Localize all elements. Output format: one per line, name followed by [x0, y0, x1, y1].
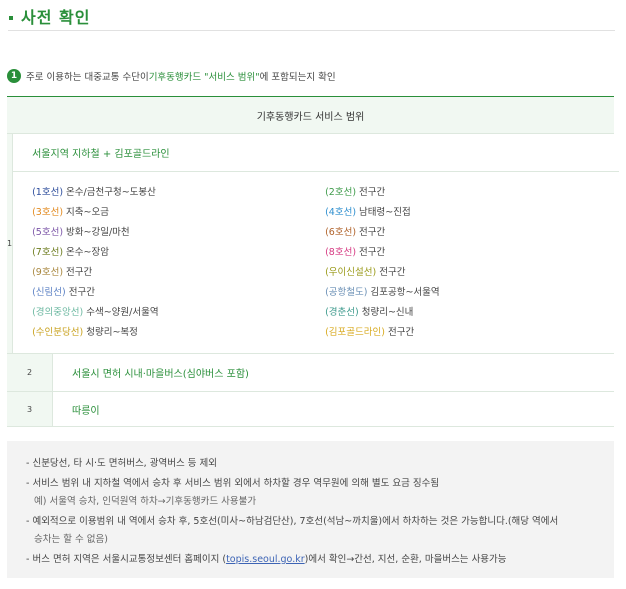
subway-line-item: (김포골드라인) 전구간 — [325, 323, 619, 343]
table-row: 3 따릉이 — [7, 392, 614, 427]
note-item: - 버스 면허 지역은 서울시교통정보센터 홈페이지 (topis.seoul.… — [26, 550, 614, 570]
subway-line-range: 지축~오금 — [63, 207, 109, 218]
subway-line-item: (3호선) 지축~오금 — [32, 203, 316, 223]
title-divider — [8, 30, 615, 31]
question-prefix: 주로 이용하는 대중교통 수단이 — [26, 72, 149, 83]
subway-line-item: (경춘선) 청량리~신내 — [325, 303, 619, 323]
subway-line-item: (수인분당선) 청량리~복정 — [32, 323, 316, 343]
question-suffix: 에 포함되는지 확인 — [259, 72, 336, 83]
subway-line-name: (우이신설선) — [325, 267, 377, 278]
note-item: - 신분당선, 타 시·도 면허버스, 광역버스 등 제외 — [26, 458, 217, 469]
note-text: )에서 확인→간선, 지선, 순환, 마을버스는 사용가능 — [304, 554, 507, 565]
row-title: 서울지역 지하철 + 김포골드라인 — [13, 134, 620, 172]
subway-line-item: (4호선) 남태령~진접 — [325, 203, 619, 223]
subway-line-item: (6호선) 전구간 — [325, 223, 619, 243]
subway-line-range: 전구간 — [63, 267, 93, 278]
table-row: 2 서울시 면허 시내·마을버스(심야버스 포함) — [7, 354, 614, 392]
subway-line-name: (9호선) — [32, 267, 64, 278]
subway-line-range: 수색~양원/서울역 — [83, 307, 159, 318]
subway-line-range: 전구간 — [356, 247, 386, 258]
subway-line-item: (8호선) 전구간 — [325, 243, 619, 263]
row-index: 2 — [7, 354, 53, 391]
row-title: 따릉이 — [72, 405, 100, 417]
subway-line-item: (공항철도) 김포공항~서울역 — [325, 283, 619, 303]
note-item: - 서비스 범위 내 지하철 역에서 승차 후 서비스 범위 외에서 하차할 경… — [26, 478, 440, 489]
subway-line-name: (8호선) — [325, 247, 357, 258]
table-row: 1 서울지역 지하철 + 김포골드라인 (1호선) 온수/금천구청~도봉산 (3호… — [7, 134, 620, 354]
note-example: 예) 서울역 승차, 인덕원역 하차→기후동행카드 사용불가 — [34, 496, 257, 507]
subway-line-name: (공항철도) — [325, 287, 368, 298]
notes-box: - 신분당선, 타 시·도 면허버스, 광역버스 등 제외 - 서비스 범위 내… — [7, 441, 614, 578]
subway-line-item: (7호선) 온수~장암 — [32, 243, 316, 263]
subway-line-name: (신림선) — [32, 287, 66, 298]
question-highlight: 기후동행카드 "서비스 범위" — [148, 72, 260, 83]
question: 1 주로 이용하는 대중교통 수단이 기후동행카드 "서비스 범위" 에 포함되는… — [7, 69, 336, 83]
subway-lines-right: (2호선) 전구간 (4호선) 남태령~진접 (6호선) 전구간 (8호선) 전구간(… — [316, 183, 619, 353]
subway-line-range: 전구간 — [356, 227, 386, 238]
row-title: 서울시 면허 시내·마을버스(심야버스 포함) — [72, 369, 249, 380]
subway-line-item: (5호선) 방화~강일/마천 — [32, 223, 316, 243]
note-text: - 버스 면허 지역은 서울시교통정보센터 홈페이지 ( — [26, 554, 227, 565]
subway-line-name: (수인분당선) — [32, 327, 84, 338]
subway-line-item: (우이신설선) 전구간 — [325, 263, 619, 283]
row-body: 서울지역 지하철 + 김포골드라인 (1호선) 온수/금천구청~도봉산 (3호선)… — [13, 134, 620, 353]
subway-line-range: 전구간 — [376, 267, 406, 278]
row-body: 서울시 면허 시내·마을버스(심야버스 포함) — [53, 354, 614, 391]
subway-line-name: (6호선) — [325, 227, 357, 238]
note-item: - 예외적으로 이용범위 내 역에서 승차 후, 5호선(미사~하남검단산), … — [26, 516, 559, 527]
topis-link[interactable]: topis.seoul.go.kr — [226, 554, 305, 565]
subway-line-name: (경춘선) — [325, 307, 359, 318]
subway-line-range: 전구간 — [356, 187, 386, 198]
subway-line-range: 전구간 — [65, 287, 95, 298]
service-range-table: 기후동행카드 서비스 범위 1 서울지역 지하철 + 김포골드라인 (1호선) … — [7, 96, 620, 427]
row-index: 3 — [7, 392, 53, 426]
step-number-badge: 1 — [7, 69, 21, 83]
subway-line-name: (경의중앙선) — [32, 307, 84, 318]
subway-line-range: 전구간 — [384, 327, 415, 338]
note-continuation: 승차는 할 수 없음) — [34, 534, 108, 545]
subway-line-item: (경의중앙선) 수색~양원/서울역 — [32, 303, 316, 323]
subway-line-range: 김포공항~서울역 — [367, 287, 440, 298]
section-title: 사전 확인 — [9, 4, 90, 28]
subway-line-item: (2호선) 전구간 — [325, 183, 619, 203]
subway-line-range: 청량리~복정 — [83, 327, 138, 338]
subway-lines: (1호선) 온수/금천구청~도봉산 (3호선) 지축~오금 (5호선) 방화~강일/… — [13, 172, 619, 353]
subway-line-name: (7호선) — [32, 247, 64, 258]
subway-line-range: 온수/금천구청~도봉산 — [63, 187, 156, 198]
subway-line-name: (3호선) — [32, 207, 64, 218]
row-body: 따릉이 — [53, 392, 614, 426]
subway-line-name: (2호선) — [325, 187, 357, 198]
title-bullet — [9, 16, 13, 20]
subway-line-item: (신림선) 전구간 — [32, 283, 316, 303]
subway-line-item: (1호선) 온수/금천구청~도봉산 — [32, 183, 316, 203]
section-title-text: 사전 확인 — [21, 8, 91, 27]
subway-line-item: (9호선) 전구간 — [32, 263, 316, 283]
subway-line-range: 남태령~진접 — [356, 207, 411, 218]
subway-line-name: (1호선) — [32, 187, 64, 198]
subway-lines-left: (1호선) 온수/금천구청~도봉산 (3호선) 지축~오금 (5호선) 방화~강일/… — [13, 183, 316, 353]
subway-line-name: (4호선) — [325, 207, 357, 218]
subway-line-range: 청량리~신내 — [358, 307, 414, 318]
subway-line-name: (5호선) — [32, 227, 64, 238]
subway-line-range: 온수~장암 — [63, 247, 109, 258]
table-header: 기후동행카드 서비스 범위 — [7, 96, 614, 134]
subway-line-range: 방화~강일/마천 — [63, 227, 130, 238]
subway-line-name: (김포골드라인) — [325, 327, 385, 338]
